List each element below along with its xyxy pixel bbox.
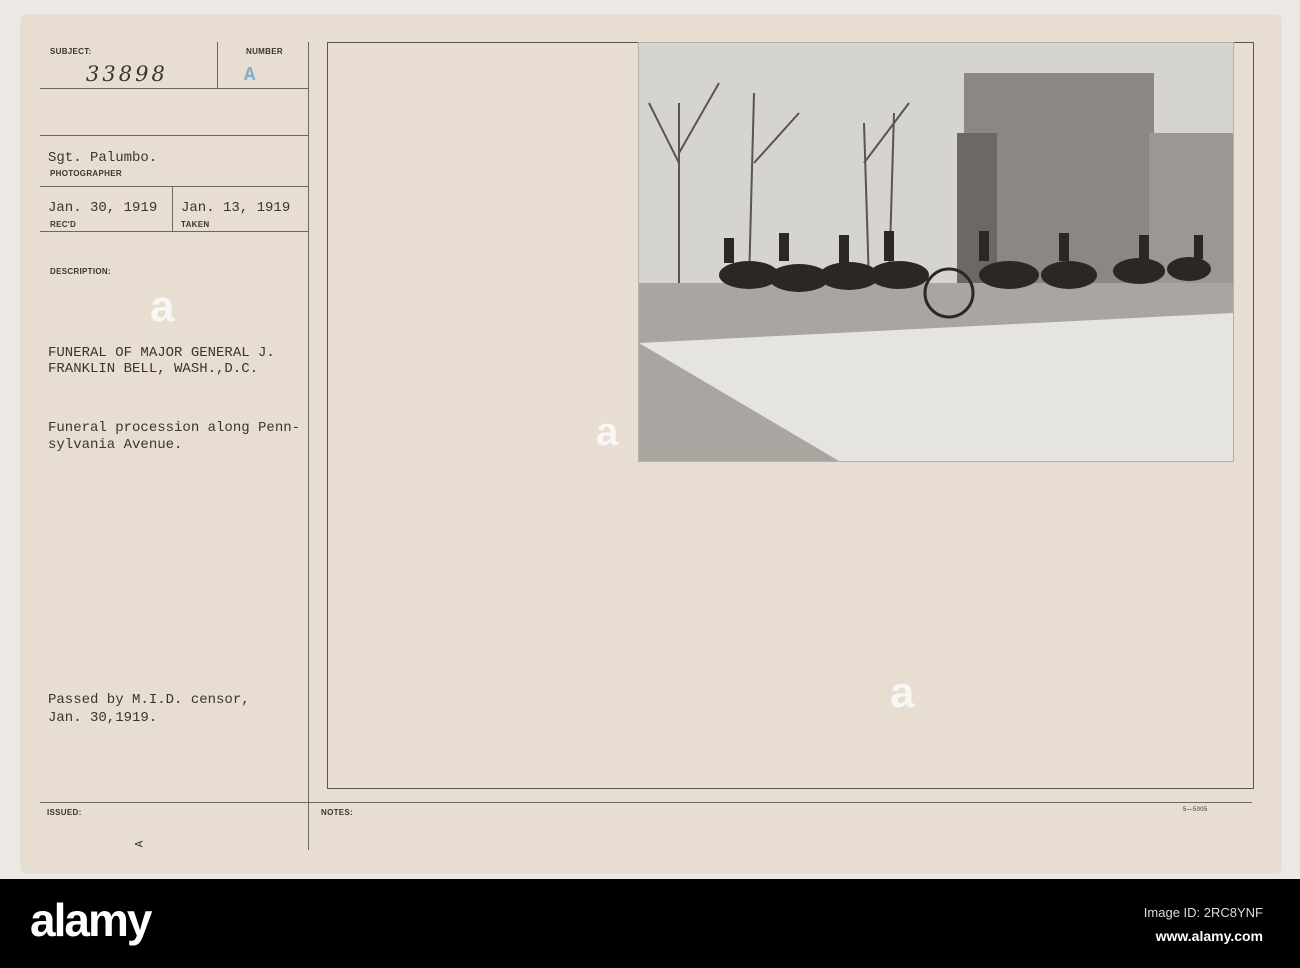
- divider: [40, 135, 308, 136]
- taken-label: TAKEN: [181, 220, 210, 229]
- watermark-logo: a: [596, 410, 619, 454]
- subject-number: 33898: [86, 62, 168, 86]
- divider: [40, 88, 308, 89]
- issued-mark: A: [134, 840, 147, 848]
- divider: [217, 42, 218, 88]
- image-id: Image ID: 2RC8YNF: [1143, 905, 1263, 920]
- watermark-logo: a: [150, 282, 175, 331]
- column-divider: [308, 42, 309, 850]
- alamy-logo: alamy: [30, 894, 152, 946]
- photographer-label: PHOTOGRAPHER: [50, 169, 122, 178]
- censor-line-2: Jan. 30,1919.: [48, 710, 158, 726]
- form-code: 5—5005: [1183, 807, 1208, 813]
- divider: [40, 186, 308, 187]
- watermark-footer: alamy Image ID: 2RC8YNF www.alamy.com: [0, 879, 1300, 968]
- divider: [40, 802, 1252, 803]
- taken-date: Jan. 13, 1919: [181, 200, 291, 216]
- title-line-1: FUNERAL OF MAJOR GENERAL J.: [48, 345, 275, 361]
- description-label: DESCRIPTION:: [50, 267, 111, 276]
- photographer-name: Sgt. Palumbo.: [48, 150, 158, 166]
- procession-photo-drawing: [639, 43, 1233, 461]
- number-label: NUMBER: [246, 47, 283, 56]
- issued-label: ISSUED:: [47, 808, 82, 817]
- received-date: Jan. 30, 1919: [48, 200, 158, 216]
- received-label: REC'D: [50, 220, 77, 229]
- number-stamp: A: [244, 64, 256, 86]
- alamy-url[interactable]: www.alamy.com: [1156, 928, 1263, 944]
- divider: [40, 231, 308, 232]
- caption-line-1: Funeral procession along Penn-: [48, 420, 301, 436]
- caption-line-2: sylvania Avenue.: [48, 437, 183, 453]
- photograph-funeral-procession: [638, 42, 1234, 462]
- notes-label: NOTES:: [321, 808, 354, 817]
- subject-label: SUBJECT:: [50, 47, 92, 56]
- censor-line-1: Passed by M.I.D. censor,: [48, 692, 250, 708]
- watermark-logo: a: [890, 668, 915, 717]
- divider: [172, 186, 173, 232]
- title-line-2: FRANKLIN BELL, WASH.,D.C.: [48, 361, 259, 377]
